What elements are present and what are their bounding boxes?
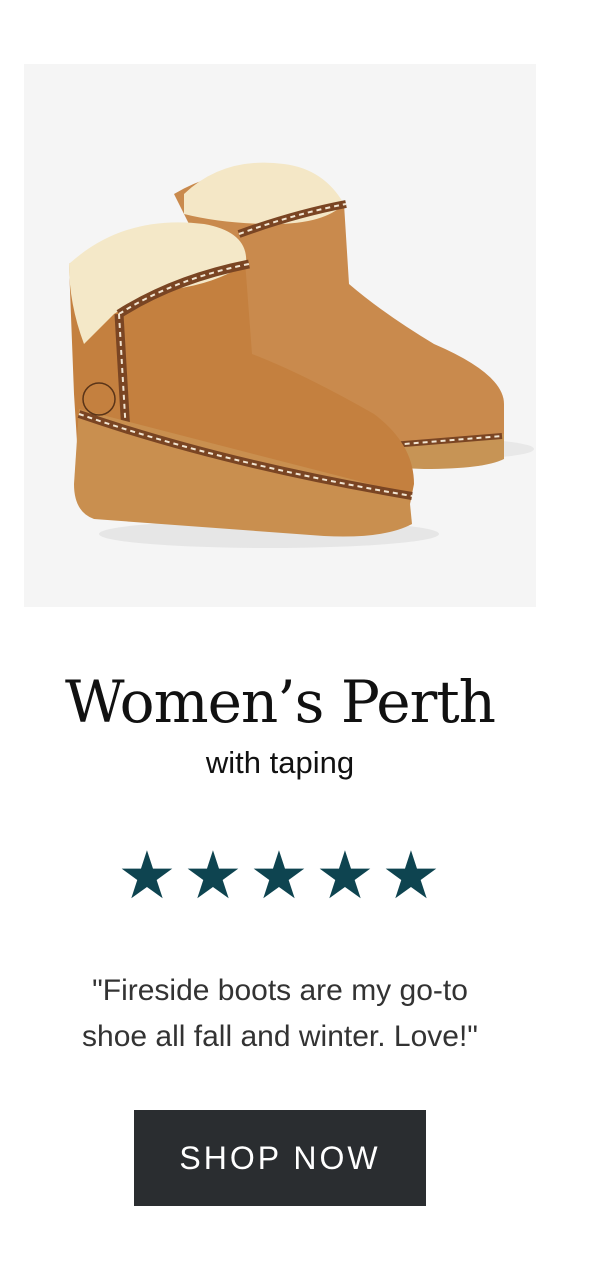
testimonial: "Fireside boots are my go-to shoe all fa… [20, 968, 540, 1060]
star-icon: ★ [315, 838, 377, 912]
shop-now-button[interactable]: SHOP NOW [134, 1110, 426, 1206]
star-icon: ★ [249, 838, 311, 912]
testimonial-line: "Fireside boots are my go-to [92, 974, 468, 1007]
product-subtitle: with taping [205, 745, 355, 780]
boots-illustration [69, 162, 534, 548]
product-title: Women’s Perth [64, 668, 496, 736]
star-icon: ★ [183, 838, 245, 912]
star-icon: ★ [381, 838, 443, 912]
product-image[interactable] [24, 64, 536, 607]
star-icon: ★ [117, 838, 179, 912]
testimonial-line: shoe all fall and winter. Love!" [82, 1020, 478, 1053]
star-rating: ★★★★★ [0, 842, 560, 908]
